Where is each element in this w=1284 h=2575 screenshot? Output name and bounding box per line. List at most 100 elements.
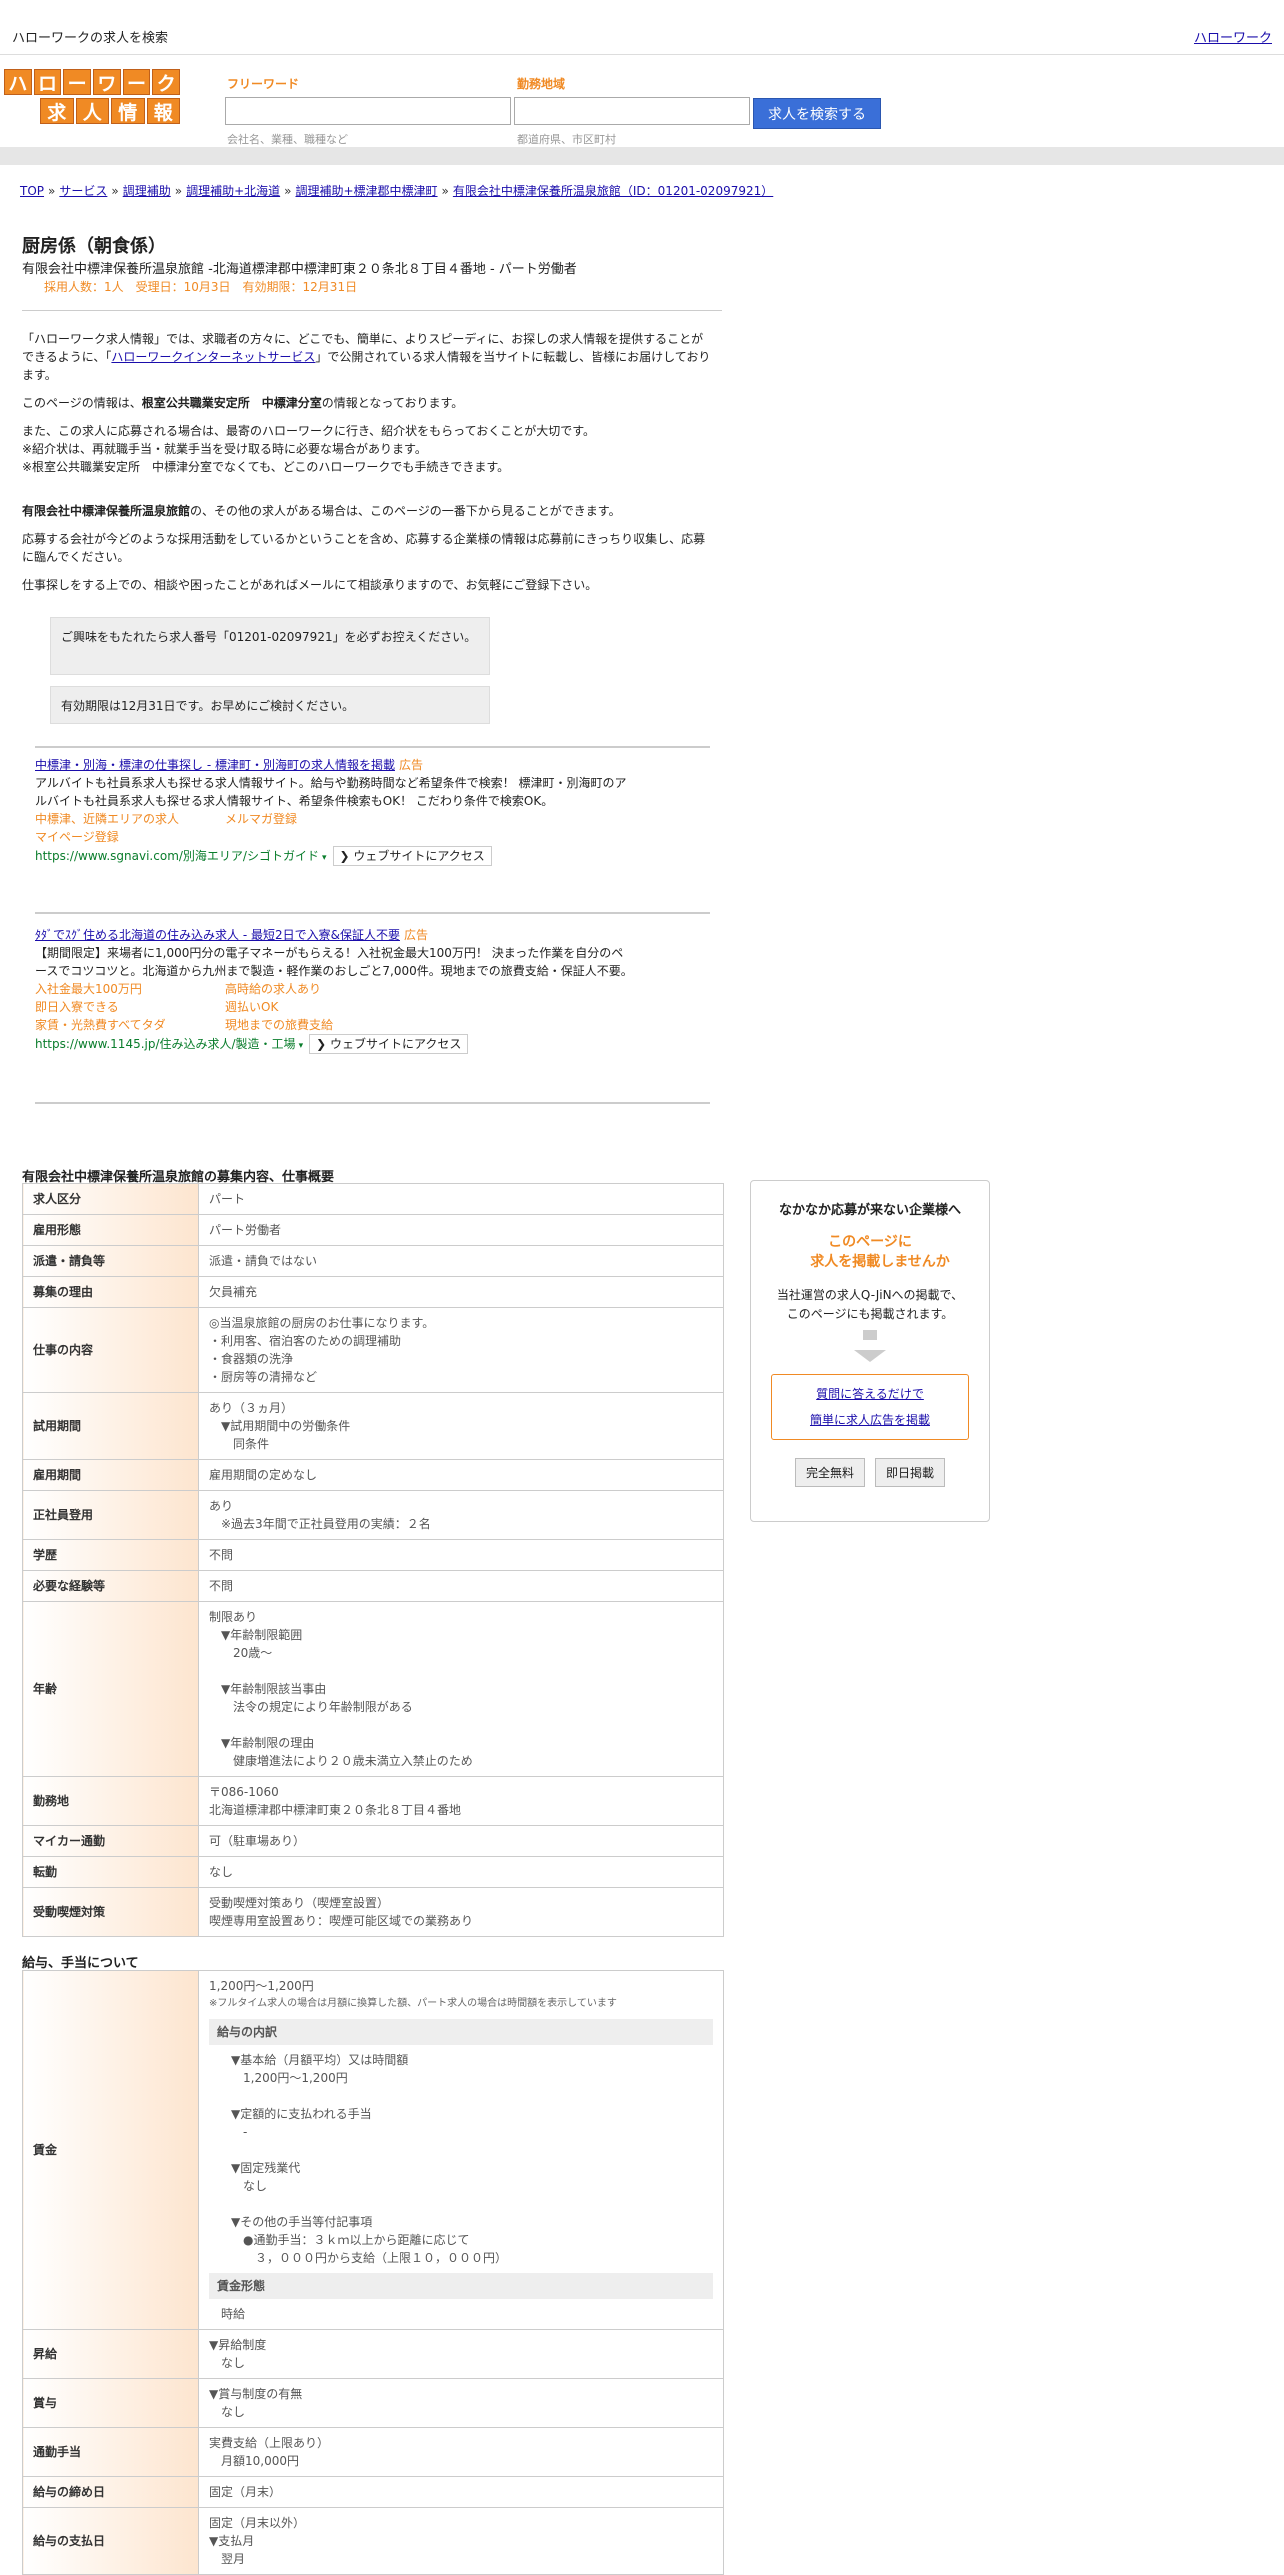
intro-p4: の、その他の求人がある場合は、このページの一番下から見ることができます。: [190, 504, 621, 518]
salary-title: 給与、手当について: [22, 1956, 139, 1971]
company-name: 有限会社中標津保養所温泉旅館: [22, 504, 191, 518]
keyword-input[interactable]: [225, 97, 511, 125]
row-label: 募集の理由: [22, 1276, 199, 1308]
table-row: 勤務地 〒086-1060 北海道標津郡中標津町東２０条北８丁目４番地: [22, 1776, 724, 1826]
visit-website-button[interactable]: ❯ ウェブサイトにアクセス: [309, 1034, 469, 1054]
promo-links: 質問に答えるだけで 簡単に求人広告を掲載: [771, 1374, 969, 1440]
ad-url-row: https://www.1145.jp/住み込み求人/製造・工場 ▾ ❯ ウェブサイ…: [35, 1034, 635, 1055]
row-label: 給与の支払日: [22, 2507, 199, 2575]
row-label: 昇給: [22, 2329, 199, 2379]
search-button[interactable]: 求人を検索する: [753, 98, 881, 129]
table-row: 転勤 なし: [22, 1856, 724, 1888]
ad-sitelink[interactable]: 現地までの旅費支給: [225, 1016, 415, 1034]
down-arrow-head-icon: [854, 1350, 886, 1362]
row-value: ◎当温泉旅館の厨房のお仕事になります。 ・利用客、宿泊客のための調理補助 ・食器類の…: [198, 1307, 724, 1393]
ad-url[interactable]: https://www.1145.jp/住み込み求人/製造・工場: [35, 1037, 296, 1051]
logo-char: ク: [152, 69, 181, 95]
row-value: 受動喫煙対策あり（喫煙室設置） 喫煙専用室設置あり：喫煙可能区域での業務あり: [198, 1887, 724, 1937]
ad-badge: 広告: [403, 928, 428, 942]
row-label: 仕事の内容: [22, 1307, 199, 1393]
ad-sitelink[interactable]: 入社金最大100万円: [35, 980, 225, 998]
row-label: 雇用期間: [22, 1459, 199, 1491]
dropdown-icon[interactable]: ▾: [299, 1041, 304, 1051]
wage-form-heading: 賃金形態: [209, 2273, 713, 2299]
wage-form: 時給: [221, 2307, 246, 2321]
ad-sitelink[interactable]: マイページ登録: [35, 828, 225, 846]
intro-p3: また、この求人に応募される場合は、最寄のハローワークに行き、紹介状をもらっておく…: [22, 424, 596, 438]
area-label: 勤務地域: [517, 77, 566, 91]
promo-desc: 当社運営の求人Q-JiNへの掲載で、 このページにも掲載されます。: [751, 1286, 989, 1324]
ad-sitelink[interactable]: 家賃・光熱費すべてタダ: [35, 1016, 225, 1034]
breadcrumb-link[interactable]: 有限会社中標津保養所温泉旅館（ID：01201-02097921）: [453, 184, 773, 198]
promo-link-post[interactable]: 簡単に求人広告を掲載: [810, 1413, 930, 1427]
promo-catch-line2: 求人を掲載しませんか: [810, 1254, 950, 1270]
job-title: 厨房係（朝食係）: [22, 236, 166, 257]
ad-title-link[interactable]: 中標津・別海・標津の仕事探し - 標津町・別海町の求人情報を掲載: [35, 758, 395, 772]
row-label: 必要な経験等: [22, 1570, 199, 1602]
visit-website-button[interactable]: ❯ ウェブサイトにアクセス: [332, 846, 492, 866]
ad-sitelinks: 中標津、近隣エリアの求人 メルマガ登録 マイページ登録: [35, 810, 635, 846]
intro-p3b: ※紹介状は、再就職手当・就業手当を受け取る時に必要な場合があります。: [22, 442, 427, 456]
promo-catch: このページに 求人を掲載しませんか: [751, 1232, 989, 1272]
hellowork-logo[interactable]: ハローワーク 求人情報: [4, 69, 181, 127]
row-value: ▼賞与制度の有無 なし: [198, 2378, 724, 2428]
row-label: 正社員登用: [22, 1490, 199, 1540]
intro-p5: 応募する会社が今どのような採用活動をしているかということを含め、応募する企業様の…: [22, 532, 706, 564]
ad-url-row: https://www.sgnavi.com/別海エリア/シゴトガイド ▾ ❯ ウェ…: [35, 846, 635, 867]
ad-sitelink[interactable]: 即日入寮できる: [35, 998, 225, 1016]
ad-divider: [35, 746, 710, 748]
ad-sitelinks: 入社金最大100万円 高時給の求人あり 即日入寮できる 週払いOK 家賃・光熱費すべてタ…: [35, 980, 635, 1034]
advertise-promo-box: なかなか応募が来ない企業様へ このページに 求人を掲載しませんか 当社運営の求人…: [750, 1180, 990, 1522]
hellowork-internet-service-link[interactable]: ハローワークインターネットサービス: [111, 350, 315, 364]
intro-p2-end: の情報となっております。: [321, 396, 464, 410]
breadcrumb-link[interactable]: 調理補助+北海道: [186, 184, 280, 198]
logo-char: ー: [122, 69, 151, 95]
row-label: 学歴: [22, 1539, 199, 1571]
ad-sitelink[interactable]: メルマガ登録: [225, 810, 415, 828]
site-title: ハローワークの求人を検索: [12, 31, 169, 46]
intro-text: 「ハローワーク求人情報」では、求職者の方々に、どこでも、簡単に、よりスピーディに…: [22, 330, 712, 604]
row-value: 欠員補充: [198, 1276, 724, 1308]
logo-char: ハ: [4, 69, 32, 95]
row-value: 雇用期間の定めなし: [198, 1459, 724, 1491]
home-link[interactable]: ハローワーク: [1194, 27, 1272, 46]
ad-sitelink[interactable]: 週払いOK: [225, 998, 415, 1016]
area-input[interactable]: [514, 97, 750, 125]
breadcrumb-separator: »: [284, 184, 292, 198]
row-value: 固定（月末）: [198, 2476, 724, 2508]
row-value: 〒086-1060 北海道標津郡中標津町東２０条北８丁目４番地: [198, 1776, 724, 1826]
row-value: 不問: [198, 1570, 724, 1602]
breadcrumb-link[interactable]: 調理補助+標津郡中標津町: [295, 184, 437, 198]
promo-desc-line2: このページにも掲載されます。: [786, 1307, 954, 1321]
row-value: 制限あり ▼年齢制限範囲 20歳〜 ▼年齢制限該当事由 法令の規定により年齢制限…: [198, 1601, 724, 1777]
ad-url[interactable]: https://www.sgnavi.com/別海エリア/シゴトガイド: [35, 849, 319, 863]
row-label: 年齢: [22, 1601, 199, 1777]
row-label: 賞与: [22, 2378, 199, 2428]
breadcrumb-link[interactable]: TOP: [20, 184, 44, 198]
ad-sitelink[interactable]: 中標津、近隣エリアの求人: [35, 810, 225, 828]
logo-char: 報: [146, 98, 180, 124]
free-button[interactable]: 完全無料: [794, 1458, 865, 1487]
breadcrumb-link[interactable]: 調理補助: [123, 184, 171, 198]
same-day-button[interactable]: 即日掲載: [875, 1458, 946, 1487]
ad-title-link[interactable]: ﾀﾀﾞでｽｸﾞ住める北海道の住み込み求人 - 最短2日で入寮&保証人不要: [35, 928, 400, 942]
area-placeholder: 都道府県、市区町村: [517, 133, 616, 146]
table-row: 必要な経験等 不問: [22, 1570, 724, 1602]
ad-divider: [35, 1102, 710, 1104]
row-label: 勤務地: [22, 1776, 199, 1826]
intro-p6: 仕事探しをする上での、相談や困ったことがあればメールにて相談承りますので、お気軽…: [22, 578, 598, 592]
sponsored-ad: ﾀﾀﾞでｽｸﾞ住める北海道の住み込み求人 - 最短2日で入寮&保証人不要 広告 【期…: [35, 926, 635, 1055]
wage-note: ※フルタイム求人の場合は月額に換算した額、パート求人の場合は時間額を表示していま…: [209, 1998, 617, 2009]
breadcrumb-link[interactable]: サービス: [59, 184, 107, 198]
row-label: 派遣・請負等: [22, 1245, 199, 1277]
dropdown-icon[interactable]: ▾: [322, 853, 327, 863]
breadcrumb-separator: »: [174, 184, 183, 198]
breadcrumb-separator: »: [111, 184, 119, 198]
table-row: 学歴 不問: [22, 1539, 724, 1571]
job-number-note: ご興味をもたれたら求人番号「01201-02097921」を必ずお控えください。: [50, 617, 490, 675]
table-row: 通勤手当 実費支給（上限あり） 月額10,000円: [22, 2427, 724, 2477]
promo-desc-line1: 当社運営の求人Q-JiNへの掲載で、: [776, 1288, 964, 1302]
row-value: 不問: [198, 1539, 724, 1571]
promo-link-answer[interactable]: 質問に答えるだけで: [816, 1387, 924, 1401]
ad-sitelink[interactable]: 高時給の求人あり: [225, 980, 415, 998]
